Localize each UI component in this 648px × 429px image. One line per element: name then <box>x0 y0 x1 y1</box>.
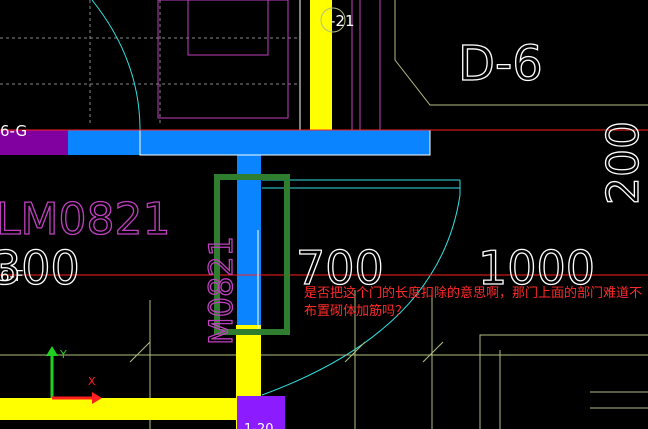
annotation-note: 是否把这个门的长度扣除的意思啊，那门上面的部门难道不布置砌体加筋吗？ <box>304 286 643 319</box>
grid-label-left-g: 6-G <box>0 122 27 140</box>
ucs-y-label: Y <box>59 348 67 361</box>
dashed-grid <box>0 0 300 125</box>
dim-left: 300 <box>0 241 80 295</box>
big-label: D-6 <box>458 36 543 92</box>
drawing-svg[interactable]: -21 6-G 6-F D-6 LM0821 M0821 300 700 100… <box>0 0 648 429</box>
grid-label-top-right: -21 <box>330 12 355 30</box>
ucs-x-label: X <box>88 375 96 388</box>
dim-bottom: 1-20 <box>244 422 274 429</box>
dim-vertical: 200 <box>598 121 648 205</box>
cad-canvas[interactable]: -21 6-G 6-F D-6 LM0821 M0821 300 700 100… <box>0 0 648 429</box>
door-code-vertical: M0821 <box>202 236 240 345</box>
door-code-label: LM0821 <box>0 194 170 245</box>
